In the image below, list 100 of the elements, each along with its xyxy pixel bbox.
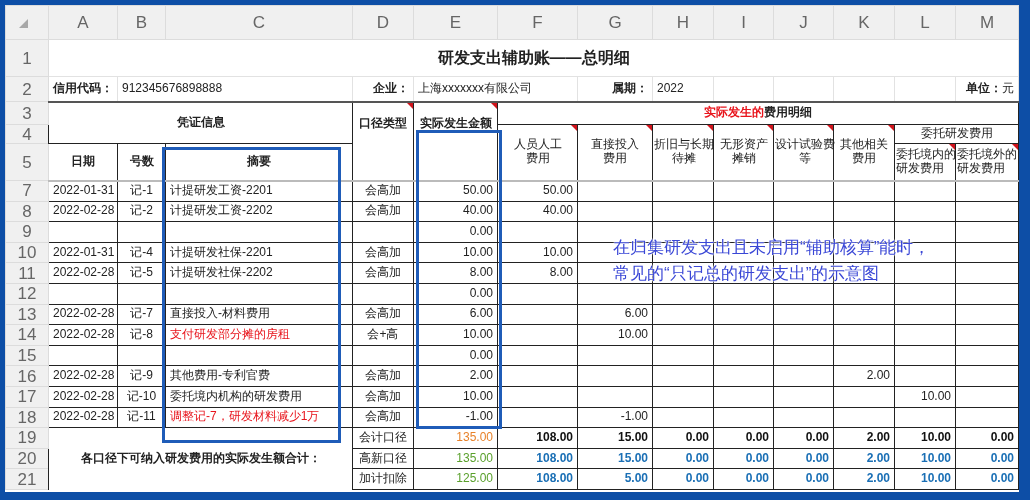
table-cell: 10.00 [413, 242, 498, 263]
row-number[interactable]: 17 [5, 386, 49, 408]
row-number[interactable]: 20 [5, 448, 49, 469]
column-header[interactable]: B [117, 5, 166, 40]
table-cell: 2.00 [413, 365, 498, 387]
table-cell: 记-4 [117, 242, 166, 263]
table-cell: 2022-01-31 [48, 180, 118, 202]
table-cell: 2022-02-28 [48, 262, 118, 284]
table-cell: 支付研发部分摊的房租 [165, 324, 353, 346]
table-cell: 计提研发社保-2201 [165, 242, 353, 263]
column-header[interactable]: I [713, 5, 774, 40]
table-cell: 10.00 [894, 427, 956, 449]
row-number[interactable]: 5 [5, 143, 49, 181]
column-header[interactable]: G [577, 5, 653, 40]
field-value: 912345676898888 [117, 76, 353, 102]
comment-marker-icon[interactable] [767, 125, 773, 131]
row-number[interactable]: 9 [5, 221, 49, 243]
column-header[interactable]: C [165, 5, 353, 40]
table-cell: 2022-02-28 [48, 407, 118, 428]
column-label: 委托境内的研发费用 [896, 147, 956, 176]
comment-marker-icon[interactable] [949, 144, 955, 150]
comment-marker-icon[interactable] [707, 125, 713, 131]
column-header[interactable]: K [833, 5, 895, 40]
comment-marker-icon[interactable] [827, 125, 833, 131]
row-number[interactable]: 21 [5, 468, 49, 490]
table-cell: 会高加 [352, 242, 414, 263]
table-cell: 10.00 [894, 448, 956, 469]
row-number[interactable]: 16 [5, 365, 49, 387]
table-cell: 0.00 [713, 468, 774, 490]
row-number[interactable]: 14 [5, 324, 49, 346]
table-cell: 15.00 [577, 427, 653, 449]
table-cell: 135.00 [413, 448, 498, 469]
column-header[interactable]: D [352, 5, 414, 40]
row-number[interactable]: 11 [5, 262, 49, 284]
table-cell: 计提研发工资-2201 [165, 180, 353, 202]
table-cell: 0.00 [955, 468, 1019, 490]
comment-marker-icon[interactable] [571, 125, 577, 131]
group-header: 委托研发费用 [894, 124, 1019, 144]
table-cell: 0.00 [773, 468, 834, 490]
row-number[interactable]: 18 [5, 407, 49, 428]
column-header[interactable]: F [497, 5, 578, 40]
table-cell: 10.00 [894, 468, 956, 490]
row-number[interactable]: 7 [5, 180, 49, 202]
column-header[interactable]: E [413, 5, 498, 40]
row-number[interactable]: 13 [5, 304, 49, 325]
column-header[interactable]: M [955, 5, 1019, 40]
column-label: 实际发生金额 [419, 115, 492, 130]
table-cell: 0.00 [413, 345, 498, 366]
table-cell: 108.00 [497, 427, 578, 449]
table-cell: 8.00 [497, 262, 578, 284]
table-cell: 0.00 [652, 427, 714, 449]
comment-marker-icon[interactable] [491, 102, 497, 109]
table-cell: 15.00 [577, 448, 653, 469]
table-cell: 会高加 [352, 304, 414, 325]
column-header[interactable]: A [48, 5, 118, 40]
table-cell: 0.00 [652, 448, 714, 469]
row-number[interactable]: 12 [5, 283, 49, 305]
table-cell: 6.00 [577, 304, 653, 325]
table-cell: 高新口径 [352, 448, 414, 469]
column-label: 直接投入费用 [591, 138, 639, 167]
table-cell: 10.00 [413, 324, 498, 346]
table-cell: 2022-01-31 [48, 242, 118, 263]
table-cell: 10.00 [497, 242, 578, 263]
field-label: 信用代码： [48, 76, 118, 102]
table-cell: 计提研发社保-2202 [165, 262, 353, 284]
table-cell: 会高加 [352, 180, 414, 202]
table-cell: 记-9 [117, 365, 166, 387]
field-value: 上海xxxxxxx有限公司 [413, 76, 578, 102]
column-label: 人员人工费用 [513, 138, 562, 167]
row-number[interactable]: 19 [5, 427, 49, 449]
table-cell: 调整记-7，研发材料减少1万 [165, 407, 353, 428]
table-cell: 2.00 [833, 365, 895, 387]
comment-marker-icon[interactable] [646, 125, 652, 131]
table-cell: 其他费用-专利官费 [165, 365, 353, 387]
comment-marker-icon[interactable] [1012, 144, 1018, 150]
row-number[interactable]: 15 [5, 345, 49, 366]
row-number[interactable]: 10 [5, 242, 49, 263]
row-number[interactable]: 1 [5, 39, 49, 77]
table-cell: 记-5 [117, 262, 166, 284]
column-label: 口径类型 [359, 115, 407, 130]
table-cell: 加计扣除 [352, 468, 414, 490]
group-header: 凭证信息 [48, 101, 353, 144]
table-cell: 2022-02-28 [48, 324, 118, 346]
table-cell: 会高加 [352, 365, 414, 387]
row-number[interactable]: 2 [5, 76, 49, 102]
table-cell: 0.00 [955, 448, 1019, 469]
row-number[interactable]: 8 [5, 201, 49, 222]
table-cell: 0.00 [713, 448, 774, 469]
comment-marker-icon[interactable] [888, 125, 894, 131]
table-cell: 40.00 [413, 201, 498, 222]
table-cell: 会+高 [352, 324, 414, 346]
table-cell: 0.00 [773, 448, 834, 469]
column-header[interactable]: J [773, 5, 834, 40]
comment-marker-icon[interactable] [407, 102, 413, 109]
table-cell: 直接投入-材料费用 [165, 304, 353, 325]
table-cell: 2.00 [833, 468, 895, 490]
column-header[interactable]: H [652, 5, 714, 40]
row-number[interactable]: 3 [5, 101, 49, 125]
table-cell: 40.00 [497, 201, 578, 222]
column-header[interactable]: L [894, 5, 956, 40]
